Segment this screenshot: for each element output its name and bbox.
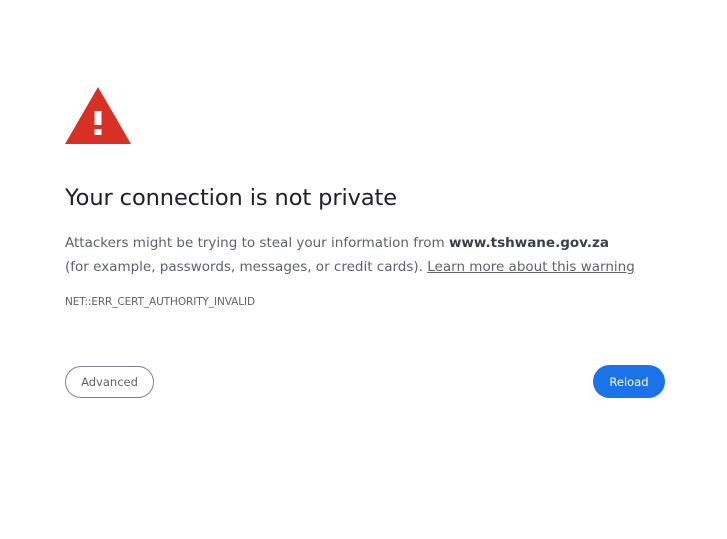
- reload-button[interactable]: Reload: [593, 365, 665, 398]
- learn-more-link[interactable]: Learn more about this warning: [427, 259, 635, 275]
- message-text-after: (for example, passwords, messages, or cr…: [65, 259, 428, 275]
- advanced-button[interactable]: Advanced: [65, 366, 154, 398]
- site-domain: www.tshwane.gov.za: [448, 235, 609, 251]
- message-text-before: Attackers might be trying to steal your …: [65, 235, 449, 251]
- page-title: Your connection is not private: [65, 185, 397, 211]
- warning-triangle-icon: [65, 87, 131, 144]
- interstitial-page: Your connection is not private Attackers…: [0, 0, 727, 539]
- warning-message: Attackers might be trying to steal your …: [65, 231, 635, 279]
- error-code: NET::ERR_CERT_AUTHORITY_INVALID: [65, 296, 255, 308]
